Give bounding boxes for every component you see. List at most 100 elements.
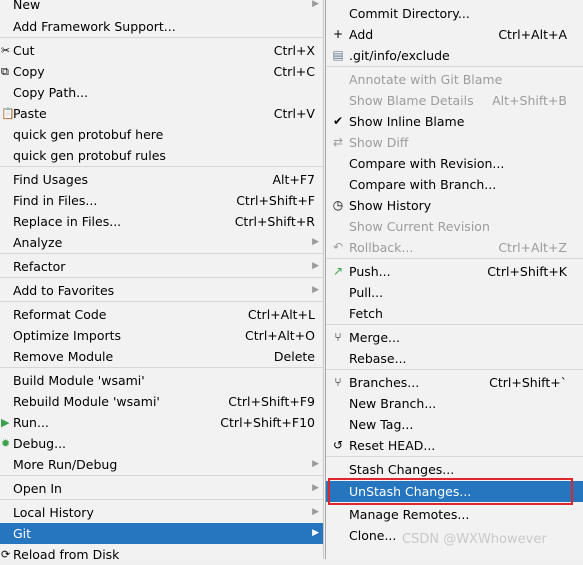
menu-item-replace-in-files[interactable]: Replace in Files... Ctrl+Shift+R <box>0 211 323 232</box>
menu-item-push[interactable]: ↗ Push... Ctrl+Shift+K <box>326 261 583 282</box>
menu-item-label: quick gen protobuf here <box>13 127 164 142</box>
menu-item-new-tag[interactable]: New Tag... <box>326 414 583 435</box>
menu-item-shortcut: Ctrl+Shift+K <box>487 264 567 279</box>
menu-item-fetch[interactable]: Fetch <box>326 303 583 324</box>
menu-item-label: quick gen protobuf rules <box>13 148 166 163</box>
menu-item-label: Add Framework Support... <box>13 19 176 34</box>
menu-item-label: New <box>13 0 41 12</box>
menu-item-rebase[interactable]: Rebase... <box>326 348 583 369</box>
menu-item-analyze[interactable]: Analyze ▶ <box>0 232 323 253</box>
debug-icon: ✹ <box>1 437 11 450</box>
menu-item-shortcut: Ctrl+Alt+O <box>245 328 315 343</box>
menu-item-reload-from-disk[interactable]: ⟳ Reload from Disk <box>0 544 323 565</box>
menu-item-shortcut: Ctrl+Alt+Z <box>498 240 567 255</box>
menu-item-paste[interactable]: 📋 Paste Ctrl+V <box>0 103 323 124</box>
menu-item-quick-gen-protobuf-here[interactable]: quick gen protobuf here <box>0 124 323 145</box>
menu-item-label: Rebase... <box>349 351 407 366</box>
context-menu: New ▶ Add Framework Support... ✂ Cut Ctrl+X ⧉ C… <box>0 0 324 562</box>
menu-separator <box>326 369 583 370</box>
merge-icon: ⑂ <box>334 330 342 344</box>
menu-item-remove-module[interactable]: Remove Module Delete <box>0 346 323 367</box>
menu-item-copy[interactable]: ⧉ Copy Ctrl+C <box>0 61 323 82</box>
menu-item-local-history[interactable]: Local History ▶ <box>0 502 323 523</box>
menu-item-open-in[interactable]: Open In ▶ <box>0 478 323 499</box>
git-file-icon: ▤ <box>332 48 344 62</box>
menu-item-find-in-files[interactable]: Find in Files... Ctrl+Shift+F <box>0 190 323 211</box>
menu-item-compare-with-branch[interactable]: Compare with Branch... <box>326 174 583 195</box>
menu-item-refactor[interactable]: Refactor ▶ <box>0 256 323 277</box>
menu-item-copy-path[interactable]: Copy Path... <box>0 82 323 103</box>
reset-icon: ↺ <box>332 438 344 452</box>
menu-item-new-branch[interactable]: New Branch... <box>326 393 583 414</box>
menu-item-cut[interactable]: ✂ Cut Ctrl+X <box>0 40 323 61</box>
menu-item-stash-changes[interactable]: Stash Changes... <box>326 459 583 480</box>
menu-item-show-inline-blame[interactable]: ✔ Show Inline Blame <box>326 111 583 132</box>
reload-icon: ⟳ <box>1 548 11 561</box>
menu-item-show-current-revision: Show Current Revision <box>326 216 583 237</box>
menu-item-label: Local History <box>13 505 94 520</box>
watermark: CSDN @WXWhowever <box>402 532 547 547</box>
menu-separator <box>0 499 323 500</box>
submenu-arrow-icon: ▶ <box>312 285 319 295</box>
menu-item-git[interactable]: Git ▶ <box>0 523 323 544</box>
menu-item-reset-head[interactable]: ↺ Reset HEAD... <box>326 435 583 456</box>
menu-separator <box>0 37 323 38</box>
menu-item-debug[interactable]: ✹ Debug... <box>0 433 323 454</box>
menu-item-label: New Tag... <box>349 417 414 432</box>
menu-item-label: Add <box>349 27 374 42</box>
menu-item-label: Show Diff <box>349 135 409 150</box>
git-submenu: Commit Directory... + Add Ctrl+Alt+A ▤ .git/i… <box>325 0 583 559</box>
menu-item-label: Remove Module <box>13 349 114 364</box>
menu-item-label: Rebuild Module 'wsami' <box>13 394 160 409</box>
menu-item-build-module-wsami[interactable]: Build Module 'wsami' <box>0 370 323 391</box>
menu-item-shortcut: Ctrl+Shift+R <box>234 214 315 229</box>
menu-item-label: Show Current Revision <box>349 219 490 234</box>
menu-item-compare-with-revision[interactable]: Compare with Revision... <box>326 153 583 174</box>
menu-item-rebuild-module-wsami[interactable]: Rebuild Module 'wsami' Ctrl+Shift+F9 <box>0 391 323 412</box>
run-icon: ▶ <box>1 416 10 429</box>
menu-item-git-info-exclude[interactable]: ▤ .git/info/exclude <box>326 45 583 66</box>
menu-item-more-run-debug[interactable]: More Run/Debug ▶ <box>0 454 323 475</box>
menu-separator <box>0 253 323 254</box>
menu-item-shortcut: Ctrl+X <box>273 43 315 58</box>
menu-item-pull[interactable]: Pull... <box>326 282 583 303</box>
menu-item-new[interactable]: New ▶ <box>0 0 323 15</box>
menu-separator <box>326 258 583 259</box>
menu-separator <box>326 456 583 457</box>
menu-item-merge[interactable]: ⑂ Merge... <box>326 327 583 348</box>
menu-item-run[interactable]: ▶ Run... Ctrl+Shift+F10 <box>0 412 323 433</box>
menu-item-add-framework-support[interactable]: Add Framework Support... <box>0 16 323 37</box>
submenu-arrow-icon: ▶ <box>312 237 319 247</box>
submenu-arrow-icon: ▶ <box>312 459 319 469</box>
menu-item-add-to-favorites[interactable]: Add to Favorites ▶ <box>0 280 323 301</box>
menu-item-label: Reformat Code <box>13 307 107 322</box>
menu-item-reformat-code[interactable]: Reformat Code Ctrl+Alt+L <box>0 304 323 325</box>
menu-item-shortcut: Ctrl+Shift+F10 <box>220 415 315 430</box>
menu-item-commit-directory[interactable]: Commit Directory... <box>326 3 583 24</box>
menu-item-shortcut: Ctrl+Alt+L <box>247 307 315 322</box>
plus-icon: + <box>332 27 344 41</box>
menu-item-optimize-imports[interactable]: Optimize Imports Ctrl+Alt+O <box>0 325 323 346</box>
menu-item-label: Copy <box>13 64 45 79</box>
menu-item-label: Show Inline Blame <box>349 114 465 129</box>
menu-item-label: More Run/Debug <box>13 457 118 472</box>
menu-item-label: Commit Directory... <box>349 6 470 21</box>
menu-item-shortcut: Delete <box>273 349 315 364</box>
menu-item-label: Cut <box>13 43 35 58</box>
menu-item-quick-gen-protobuf-rules[interactable]: quick gen protobuf rules <box>0 145 323 166</box>
menu-item-show-history[interactable]: ◷ Show History <box>326 195 583 216</box>
menu-item-find-usages[interactable]: Find Usages Alt+F7 <box>0 169 323 190</box>
menu-item-shortcut: Ctrl+Shift+F9 <box>228 394 315 409</box>
push-icon: ↗ <box>332 264 344 278</box>
menu-separator <box>0 301 323 302</box>
menu-item-shortcut: Alt+Shift+B <box>492 93 567 108</box>
menu-item-label: .git/info/exclude <box>349 48 450 63</box>
menu-separator <box>0 367 323 368</box>
submenu-arrow-icon: ▶ <box>312 528 319 538</box>
submenu-arrow-icon: ▶ <box>312 261 319 271</box>
menu-separator <box>326 66 583 67</box>
menu-item-manage-remotes[interactable]: Manage Remotes... <box>326 504 583 525</box>
menu-item-label: Show Blame Details <box>349 93 474 108</box>
menu-item-branches[interactable]: ⑂ Branches... Ctrl+Shift+` <box>326 372 583 393</box>
menu-item-add[interactable]: + Add Ctrl+Alt+A <box>326 24 583 45</box>
